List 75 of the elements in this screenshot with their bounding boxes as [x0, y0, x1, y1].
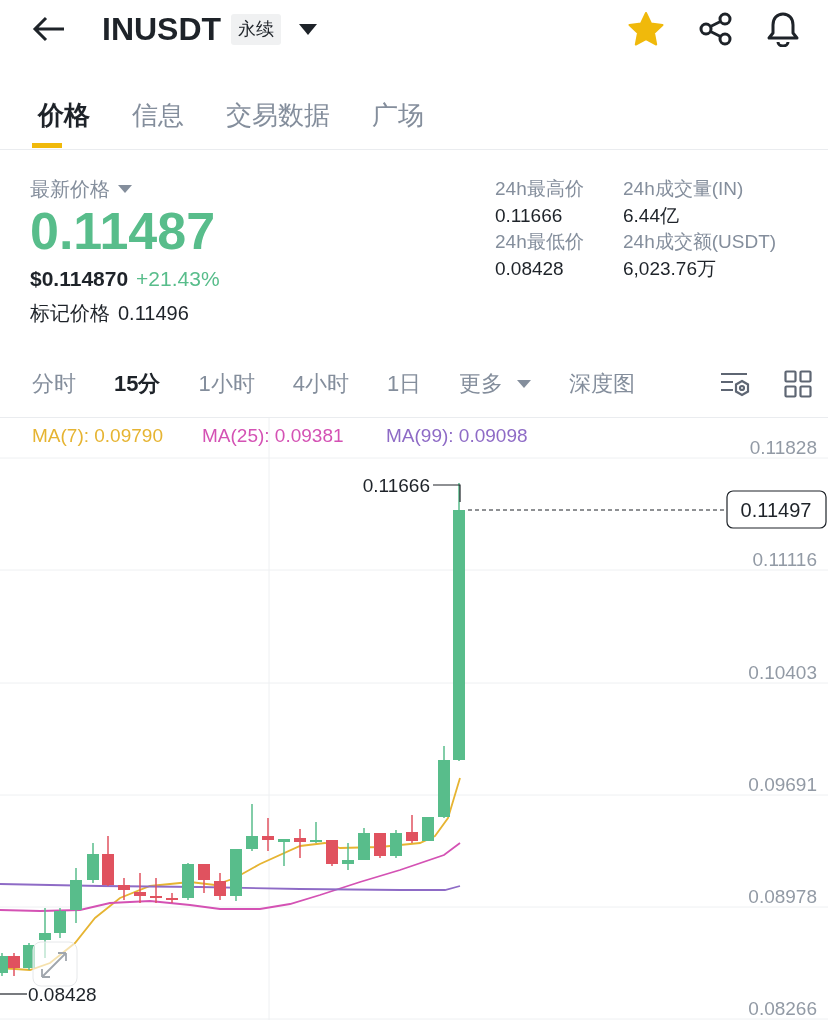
price-axis-label: 0.08978: [748, 886, 817, 907]
indicator-settings-icon[interactable]: [720, 370, 750, 397]
candlestick: [118, 877, 130, 901]
candlestick: [134, 872, 146, 904]
interval-tab[interactable]: 深度图: [569, 367, 636, 400]
usd-price: $0.114870: [30, 265, 129, 292]
candlestick: [374, 832, 386, 859]
leader-line: [0, 993, 28, 995]
section-tab[interactable]: 广场: [366, 58, 430, 150]
candlestick: [246, 803, 258, 852]
back-icon[interactable]: [32, 16, 66, 42]
last-price-label: 0.11497: [740, 499, 812, 521]
candlestick: [23, 942, 35, 971]
low-price-marker: 0.08428: [28, 984, 97, 1005]
stat-value: 6,023.76万: [623, 256, 717, 281]
stat-label: 24h成交额(USDT): [623, 230, 778, 255]
moving-average-legend: MA(7): 0.09790: [32, 425, 163, 446]
stat-value: 6.44亿: [623, 203, 680, 228]
price-change: +21.43%: [136, 265, 220, 292]
last-price: 0.11487: [30, 204, 217, 259]
candlestick: [166, 892, 178, 904]
symbol-title: INUSDT: [102, 10, 222, 49]
candlestick: [39, 907, 51, 959]
caret-icon: [517, 379, 532, 388]
leader-line: [432, 484, 461, 503]
interval-tab[interactable]: 4小时: [292, 367, 349, 400]
candlestick: [390, 829, 402, 859]
favorite-star-icon[interactable]: [628, 12, 664, 46]
interval-menu[interactable]: 更多: [459, 367, 532, 400]
candlestick: [102, 835, 114, 887]
candlestick: [182, 862, 194, 901]
candlestick: [358, 827, 370, 861]
candlestick: [230, 848, 242, 902]
candlestick: [198, 863, 210, 894]
price-axis-label: 0.10403: [748, 662, 817, 683]
price-axis-label: 0.09691: [748, 774, 817, 795]
stat-label: 24h成交量(IN): [623, 177, 745, 201]
share-icon[interactable]: [698, 12, 734, 46]
dropdown-caret-icon[interactable]: [299, 23, 318, 35]
notification-bell-icon[interactable]: [766, 11, 800, 47]
candlestick: [326, 839, 338, 867]
candlestick: [150, 877, 162, 904]
candlestick: [54, 907, 66, 939]
candlestick: [278, 839, 290, 867]
candlestick: [406, 814, 418, 844]
section-tab[interactable]: 交易数据: [220, 58, 336, 150]
candlestick: [294, 828, 306, 859]
stat-value: 0.08428: [495, 256, 565, 281]
candlestick: [422, 816, 434, 842]
candlestick: [342, 842, 354, 871]
stat-value: 0.11666: [495, 203, 564, 228]
candlestick: [87, 842, 99, 884]
mark-price-value: 0.11496: [118, 301, 189, 327]
price-axis-label: 0.08266: [748, 998, 817, 1019]
interval-tab[interactable]: 1日: [387, 367, 422, 400]
high-price-marker: 0.11666: [362, 475, 430, 496]
candlestick: [262, 817, 274, 852]
price-axis-label: 0.11828: [749, 437, 817, 458]
stat-label: 24h最低价: [495, 230, 585, 255]
candlestick: [70, 867, 82, 924]
section-tab[interactable]: 价格: [32, 58, 96, 150]
price-label: 最新价格: [30, 177, 110, 202]
moving-average-legend: MA(25): 0.09381: [202, 425, 344, 446]
contract-badge: 永续: [231, 13, 282, 45]
candlestick: [214, 872, 226, 901]
candlestick: [310, 821, 322, 844]
interval-tab[interactable]: 分时: [32, 367, 76, 400]
price-axis-label: 0.11116: [752, 549, 817, 570]
layout-grid-icon[interactable]: [784, 369, 812, 398]
moving-average-legend: MA(99): 0.09098: [386, 425, 528, 446]
interval-tab[interactable]: 1小时: [198, 367, 255, 400]
stat-label: 24h最高价: [495, 177, 585, 201]
section-tab[interactable]: 信息: [126, 58, 190, 150]
interval-tab[interactable]: 15分: [114, 367, 161, 400]
mark-price-label: 标记价格: [30, 301, 110, 327]
